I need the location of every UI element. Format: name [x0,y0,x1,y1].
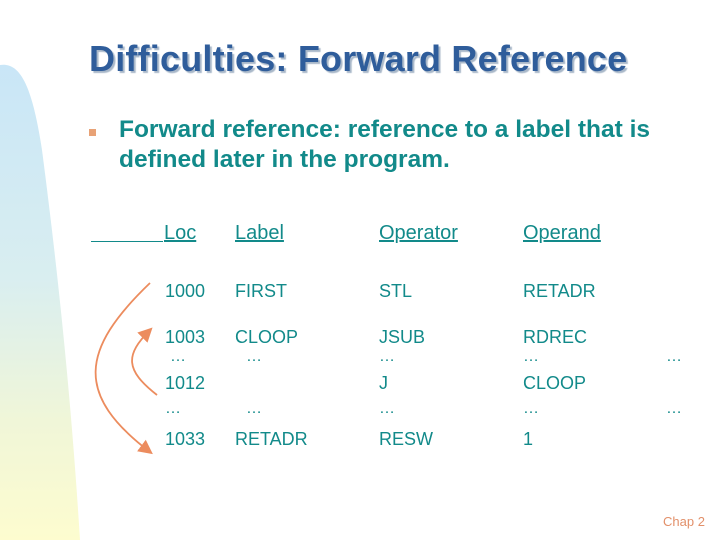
forward-reference-arrow [94,282,153,455]
backward-reference-arrow [131,327,158,396]
reference-arrows [94,282,158,455]
chapter-footer: Chap 2 [663,514,705,529]
